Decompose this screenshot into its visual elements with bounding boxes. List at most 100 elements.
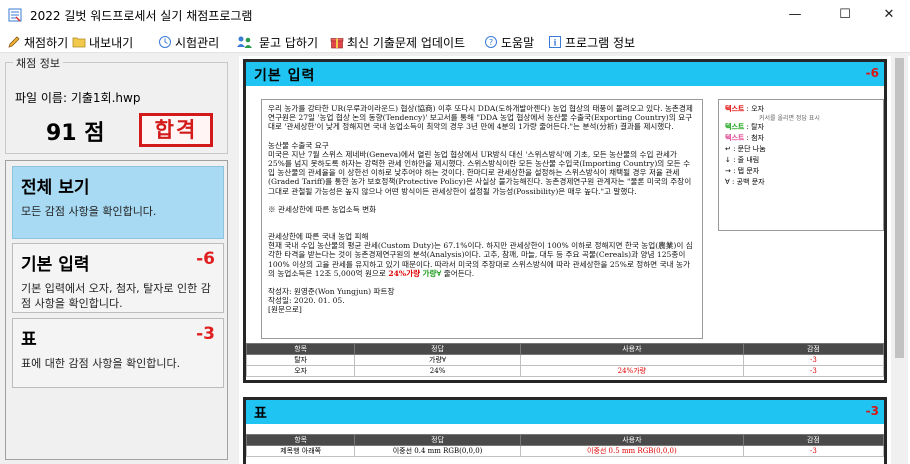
section-header: 기본 입력 -6 (246, 62, 884, 86)
menu-help-label: 도움말 (501, 35, 535, 50)
section-score: -6 (865, 66, 879, 80)
table-cell: 24% (354, 365, 521, 377)
legend-typo: 텍스트 : 오자 (725, 105, 765, 113)
section-title: 표 (254, 406, 268, 422)
table-row: 제목행 아래쪽 이중선 0.4 mm RGB(0,0,0) 이중선 0.5 mm… (245, 445, 885, 457)
report-pane: 기본 입력 -6 우리 농가를 강타한 UR(우루과이라운드) 협상(協商) 이… (239, 56, 910, 464)
menu-exam-label: 시험관리 (175, 35, 220, 50)
grading-info-title: 채점 정보 (13, 55, 63, 71)
table-cell: 탈자 (245, 354, 356, 366)
document-preview: 우리 농가를 강타한 UR(우루과이라운드) 협상(協商) 이후 또다시 DDA… (261, 99, 703, 339)
legend-box: 텍스트 : 오자 커서를 올리면 정답 표시 텍스트 : 탈자 텍스트 : 첨자… (718, 99, 884, 231)
info-icon: i (549, 36, 561, 48)
category-title: 전체 보기 (21, 178, 90, 198)
title-bar[interactable]: 2022 길벗 워드프로세서 실기 채점프로그램 — ☐ ✕ (0, 0, 910, 30)
doc-note: ※ 관세상한에 따른 농업소득 변화 (268, 204, 377, 214)
legend-tab: → : 탭 문자 (725, 167, 760, 175)
pass-stamp: 합격 (139, 113, 213, 147)
vertical-scrollbar[interactable] (891, 56, 908, 464)
table-cell: 제목행 아래쪽 (245, 445, 356, 457)
svg-text:?: ? (489, 38, 493, 47)
typo-mark[interactable]: 24%가량 (388, 269, 420, 278)
table-header: 항목 (245, 343, 356, 355)
missing-mark[interactable]: 가량∀ (423, 269, 442, 278)
table-header: 감점 (742, 434, 885, 446)
section-header: 표 -3 (246, 400, 884, 424)
table-header: 감점 (742, 343, 885, 355)
pencil-icon (8, 36, 20, 48)
table-cell: 가량∀ (354, 354, 521, 366)
legend-missing: 텍스트 : 탈자 (725, 123, 765, 131)
gift-icon (330, 38, 344, 49)
table-header: 사용자 (519, 343, 744, 355)
table-cell: 오자 (245, 365, 356, 377)
maximize-button[interactable]: ☐ (822, 0, 868, 30)
table-header-row: 항목 정답 사용자 감점 (245, 434, 885, 446)
legend-linebreak: ↓ : 줄 내림 (725, 156, 760, 164)
legend-note: 커서를 올리면 정답 표시 (759, 115, 820, 122)
category-title: 기본 입력 (21, 255, 90, 275)
category-desc: 기본 입력에서 오자, 첨자, 탈자로 인한 감점 사항을 확인합니다. (21, 282, 211, 310)
doc-text: 현재 국내 수입 농산물의 평균 관세(Custom Duty)는 67.1%이… (268, 241, 693, 278)
category-desc: 모든 감점 사항을 확인합니다. (21, 205, 157, 218)
people-icon (237, 36, 252, 48)
doc-paragraph: 미국은 지난 7월 스위스 제네바(Geneva)에서 열린 농업 협상에서 U… (268, 149, 692, 196)
window-title: 2022 길벗 워드프로세서 실기 채점프로그램 (30, 9, 253, 23)
app-window: 2022 길벗 워드프로세서 실기 채점프로그램 — ☐ ✕ 채점하기 내보내기… (0, 0, 910, 464)
section-table: 표 -3 항목 정답 사용자 감점 제목행 아래쪽 이중선 0.4 mm RGB… (243, 397, 887, 464)
table-row: 오자 24% 24%가량 -3 (245, 365, 885, 377)
file-name: 파일 이름: 기출1회.hwp (15, 91, 141, 105)
scrollbar-thumb[interactable] (895, 58, 904, 358)
table-cell: -3 (742, 445, 885, 457)
grading-info-group: 채점 정보 파일 이름: 기출1회.hwp 91 점 합격 (5, 55, 228, 154)
category-all[interactable]: 전체 보기 모든 감점 사항을 확인합니다. (12, 166, 224, 239)
total-score: 91 점 (46, 121, 105, 146)
doc-author: 작성자: 원영준(Won Yungjun) 파트장 (268, 287, 395, 297)
table-cell: -3 (742, 354, 885, 366)
table-header: 사용자 (519, 434, 744, 446)
category-table[interactable]: 표 -3 표에 대한 감점 사항을 확인합니다. (12, 318, 224, 388)
svg-text:i: i (553, 38, 556, 48)
menu-about[interactable]: i 프로그램 정보 (548, 32, 635, 52)
legend-extra: 텍스트 : 첨자 (725, 134, 765, 142)
section-title: 기본 입력 (254, 68, 316, 84)
menu-grade-label: 채점하기 (24, 35, 69, 50)
doc-heading: 관세상한에 따른 국내 농업 피해 (268, 232, 369, 242)
table-cell: 이중선 0.4 mm RGB(0,0,0) (354, 445, 521, 457)
help-icon: ? (485, 36, 497, 48)
section-basic-input: 기본 입력 -6 우리 농가를 강타한 UR(우루과이라운드) 협상(協商) 이… (243, 59, 887, 383)
menu-grade[interactable]: 채점하기 (7, 32, 68, 52)
category-list[interactable]: 전체 보기 모든 감점 사항을 확인합니다. 기본 입력 -6 기본 입력에서 … (5, 160, 228, 460)
table-header: 정답 (354, 343, 521, 355)
menu-qna[interactable]: 묻고 답하기 (236, 32, 318, 52)
menu-export-label: 내보내기 (89, 35, 134, 50)
menu-update[interactable]: 최신 기출문제 업데이트 (330, 32, 465, 52)
category-title: 표 (21, 330, 37, 350)
doc-paragraph: 현재 국내 수입 농산물의 평균 관세(Custom Duty)는 67.1%이… (268, 241, 696, 278)
doc-date: 작성일: 2020. 01. 05. (268, 296, 345, 306)
app-icon (8, 8, 22, 22)
deduction-table: 항목 정답 사용자 감점 제목행 아래쪽 이중선 0.4 mm RGB(0,0,… (245, 434, 885, 457)
menu-qna-label: 묻고 답하기 (259, 35, 319, 50)
table-cell (519, 354, 744, 366)
close-button[interactable]: ✕ (866, 0, 910, 30)
section-score: -3 (865, 404, 879, 418)
table-header-row: 항목 정답 사용자 감점 (245, 343, 885, 355)
clock-icon (159, 36, 171, 48)
doc-paragraph: 우리 농가를 강타한 UR(우루과이라운드) 협상(協商) 이후 또다시 DDA… (268, 104, 693, 132)
table-cell: 24%가량 (519, 365, 744, 377)
deduction-table: 항목 정답 사용자 감점 탈자 가량∀ -3 오자 24% 24%가량 -3 (245, 343, 885, 377)
menu-about-label: 프로그램 정보 (565, 35, 636, 50)
category-score: -6 (196, 249, 215, 269)
table-cell: -3 (742, 365, 885, 377)
legend-space: ∀ : 공백 문자 (725, 178, 765, 186)
menu-export[interactable]: 내보내기 (72, 32, 133, 52)
folder-icon (72, 37, 86, 48)
category-basic-input[interactable]: 기본 입력 -6 기본 입력에서 오자, 첨자, 탈자로 인한 감점 사항을 확… (12, 243, 224, 313)
table-row: 탈자 가량∀ -3 (245, 354, 885, 366)
category-desc: 표에 대한 감점 사항을 확인합니다. (21, 357, 181, 370)
menu-exam[interactable]: 시험관리 (158, 32, 219, 52)
left-pane: 채점 정보 파일 이름: 기출1회.hwp 91 점 합격 전체 보기 모든 감… (0, 54, 233, 464)
minimize-button[interactable]: — (772, 0, 818, 30)
menu-help[interactable]: ? 도움말 (484, 32, 534, 52)
